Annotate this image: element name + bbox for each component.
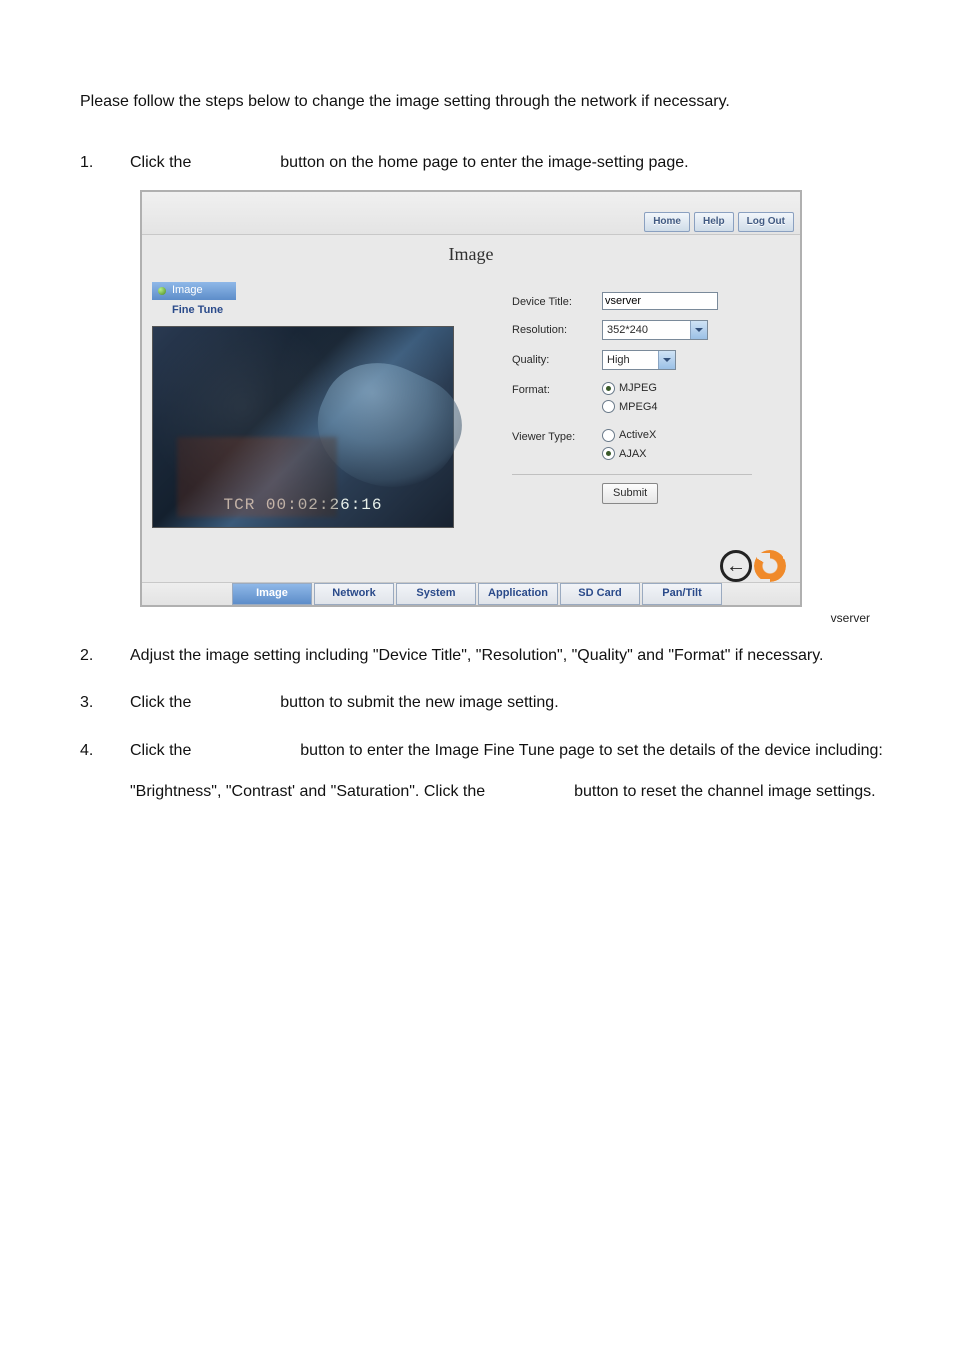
footer-icon-row: ← xyxy=(142,548,800,582)
document-page: Please follow the steps below to change … xyxy=(0,0,954,859)
timecode-overlay: TCR 00:02:26:16 xyxy=(153,493,453,517)
radio-icon xyxy=(602,382,615,395)
step-text-post: button on the home page to enter the ima… xyxy=(280,154,688,171)
instruction-list: 1. Click the button on the home page to … xyxy=(80,142,884,813)
top-toolbar: Home Help Log Out xyxy=(142,192,800,235)
select-value: High xyxy=(607,352,630,369)
step-number: 2. xyxy=(80,635,130,677)
radio-label: ActiveX xyxy=(619,427,656,444)
step-4: 4. Click the button to enter the Image F… xyxy=(80,730,884,813)
chevron-down-icon xyxy=(690,321,707,339)
label-resolution: Resolution: xyxy=(512,320,602,339)
bullet-icon xyxy=(158,287,166,295)
help-button[interactable]: Help xyxy=(694,212,734,232)
viewer-ajax-option[interactable]: AJAX xyxy=(602,446,794,463)
form-divider xyxy=(512,474,752,475)
screenshot-figure: Home Help Log Out Image Image Fine xyxy=(140,190,884,627)
side-tab-label: Image xyxy=(172,282,203,299)
chevron-down-icon xyxy=(658,351,675,369)
step-text-post: button to submit the new image setting. xyxy=(280,694,558,711)
radio-icon xyxy=(602,400,615,413)
radio-icon xyxy=(602,447,615,460)
step-body: Adjust the image setting including "Devi… xyxy=(130,635,884,677)
row-device-title: Device Title: xyxy=(512,292,794,311)
step-number: 1. xyxy=(80,142,130,184)
side-tab-fine-tune[interactable]: Fine Tune xyxy=(152,302,492,320)
bottom-nav-bar: Image Network System Application SD Card… xyxy=(142,582,800,605)
app-window: Home Help Log Out Image Image Fine xyxy=(140,190,802,607)
submit-button[interactable]: Submit xyxy=(602,483,658,504)
nav-tab-application[interactable]: Application xyxy=(478,583,558,605)
step-text-pre: Click the xyxy=(130,694,191,711)
viewer-activex-option[interactable]: ActiveX xyxy=(602,427,794,444)
radio-icon xyxy=(602,429,615,442)
back-icon[interactable]: ← xyxy=(720,550,752,582)
device-title-input[interactable] xyxy=(602,292,718,310)
nav-tab-image[interactable]: Image xyxy=(232,583,312,605)
row-resolution: Resolution: 352*240 xyxy=(512,320,794,340)
step-text-pre: Click the xyxy=(130,154,191,171)
logout-button[interactable]: Log Out xyxy=(738,212,794,232)
label-quality: Quality: xyxy=(512,350,602,369)
step-text-pre: Click the xyxy=(130,742,191,759)
format-mjpeg-option[interactable]: MJPEG xyxy=(602,380,794,397)
side-tabs: Image Fine Tune xyxy=(152,282,492,320)
step-body: Click the button to enter the Image Fine… xyxy=(130,730,884,813)
step-number: 3. xyxy=(80,682,130,724)
nav-tab-pantilt[interactable]: Pan/Tilt xyxy=(642,583,722,605)
left-column: Image Fine Tune TCR 00:02:26:16 xyxy=(152,282,492,528)
select-value: 352*240 xyxy=(607,322,648,339)
step-text-mid2: button to reset the channel image settin… xyxy=(574,783,876,800)
side-tab-image[interactable]: Image xyxy=(152,282,236,300)
refresh-icon[interactable] xyxy=(754,550,786,582)
video-preview: TCR 00:02:26:16 xyxy=(152,326,454,528)
home-button[interactable]: Home xyxy=(644,212,690,232)
step-body: Click the button to submit the new image… xyxy=(130,682,884,724)
settings-form: Device Title: Resolution: 352*240 xyxy=(492,282,794,528)
nav-tab-system[interactable]: System xyxy=(396,583,476,605)
step-3: 3. Click the button to submit the new im… xyxy=(80,682,884,724)
quality-select[interactable]: High xyxy=(602,350,676,370)
step-2: 2. Adjust the image setting including "D… xyxy=(80,635,884,677)
page-body: Image Fine Tune TCR 00:02:26:16 Devi xyxy=(142,282,800,528)
intro-text: Please follow the steps below to change … xyxy=(80,90,884,114)
label-device-title: Device Title: xyxy=(512,292,602,311)
radio-label: MPEG4 xyxy=(619,399,658,416)
footer-brand: vserver xyxy=(140,607,884,627)
row-quality: Quality: High xyxy=(512,350,794,370)
radio-label: AJAX xyxy=(619,446,647,463)
nav-tab-sdcard[interactable]: SD Card xyxy=(560,583,640,605)
side-tab-label: Fine Tune xyxy=(172,302,223,319)
row-viewer-type: Viewer Type: ActiveX AJAX xyxy=(512,427,794,464)
step-number: 4. xyxy=(80,730,130,813)
nav-tab-network[interactable]: Network xyxy=(314,583,394,605)
format-mpeg4-option[interactable]: MPEG4 xyxy=(602,399,794,416)
submit-row: Submit xyxy=(512,483,794,504)
radio-label: MJPEG xyxy=(619,380,657,397)
label-format: Format: xyxy=(512,380,602,399)
resolution-select[interactable]: 352*240 xyxy=(602,320,708,340)
page-title: Image xyxy=(142,235,800,282)
label-viewer-type: Viewer Type: xyxy=(512,427,602,446)
row-format: Format: MJPEG MPEG4 xyxy=(512,380,794,417)
step-1: 1. Click the button on the home page to … xyxy=(80,142,884,184)
step-body: Click the button on the home page to ent… xyxy=(130,142,884,184)
